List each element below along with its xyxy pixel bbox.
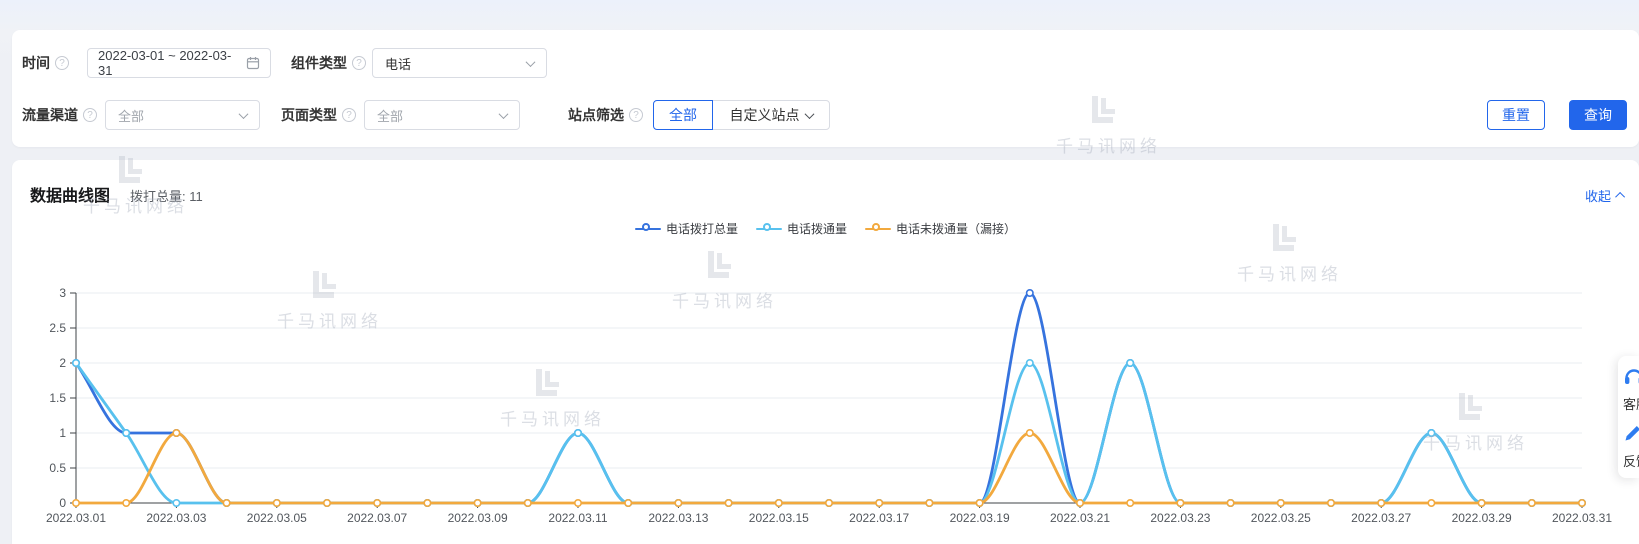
chevron-down-icon bbox=[239, 109, 249, 119]
svg-text:2022.03.29: 2022.03.29 bbox=[1452, 511, 1512, 525]
chevron-down-icon bbox=[526, 57, 536, 67]
svg-text:2022.03.05: 2022.03.05 bbox=[247, 511, 307, 525]
filter-row-2: 流量渠道 全部 页面类型 全部 站点筛选 全部 自定义站点 重置 bbox=[12, 100, 1639, 130]
svg-text:2022.03.11: 2022.03.11 bbox=[548, 511, 607, 525]
chevron-up-icon bbox=[1615, 192, 1625, 202]
data-curve-chart: 0 0.5 1 1.5 2 2.5 3 2022.03.01 2022.03.03 2022.03… bbox=[12, 160, 1639, 544]
svg-text:2022.03.13: 2022.03.13 bbox=[648, 511, 708, 525]
svg-text:2022.03.25: 2022.03.25 bbox=[1251, 511, 1311, 525]
site-custom-label: 自定义站点 bbox=[730, 105, 800, 125]
site-all-button[interactable]: 全部 bbox=[653, 100, 713, 130]
filter-row-1: 时间 2022-03-01 ~ 2022-03-31 组件类型 电话 bbox=[12, 48, 1639, 78]
collapse-toggle[interactable]: 收起 bbox=[1585, 186, 1625, 205]
svg-text:3: 3 bbox=[59, 286, 66, 300]
collapse-label: 收起 bbox=[1585, 186, 1611, 205]
svg-text:1.5: 1.5 bbox=[49, 391, 66, 405]
time-filter-label: 时间 bbox=[22, 53, 50, 73]
svg-text:2022.03.07: 2022.03.07 bbox=[347, 511, 407, 525]
customer-service-button[interactable]: 客服 bbox=[1623, 366, 1639, 413]
svg-text:2022.03.31: 2022.03.31 bbox=[1552, 511, 1612, 525]
traffic-channel-help-icon[interactable] bbox=[83, 108, 97, 122]
page-type-select[interactable]: 全部 bbox=[364, 100, 520, 130]
time-help-icon[interactable] bbox=[55, 56, 69, 70]
calendar-icon bbox=[246, 56, 260, 70]
customer-service-label: 客服 bbox=[1623, 394, 1639, 413]
svg-text:1: 1 bbox=[59, 426, 66, 440]
page-type-label: 页面类型 bbox=[281, 105, 337, 125]
traffic-channel-select[interactable]: 全部 bbox=[105, 100, 260, 130]
svg-text:0: 0 bbox=[59, 496, 66, 510]
svg-text:2.5: 2.5 bbox=[49, 321, 66, 335]
feedback-label: 反馈 bbox=[1623, 451, 1639, 470]
component-type-select[interactable]: 电话 bbox=[372, 48, 547, 78]
pen-icon bbox=[1623, 423, 1639, 443]
query-button[interactable]: 查询 bbox=[1569, 100, 1627, 130]
svg-text:2022.03.19: 2022.03.19 bbox=[950, 511, 1010, 525]
site-filter-label: 站点筛选 bbox=[568, 105, 624, 125]
component-type-help-icon[interactable] bbox=[352, 56, 366, 70]
floating-side-panel: 客服 反馈 bbox=[1618, 356, 1639, 478]
component-type-value: 电话 bbox=[385, 54, 411, 73]
svg-text:2022.03.17: 2022.03.17 bbox=[849, 511, 909, 525]
chevron-down-icon bbox=[499, 109, 509, 119]
headset-icon bbox=[1623, 366, 1639, 386]
component-type-label: 组件类型 bbox=[291, 53, 347, 73]
analytics-page: 千马讯网络千马讯网络千马讯网络千马讯网络千马讯网络千马讯网络千马讯网络 时间 2… bbox=[0, 0, 1639, 544]
date-range-value: 2022-03-01 ~ 2022-03-31 bbox=[98, 48, 238, 78]
svg-text:2022.03.09: 2022.03.09 bbox=[448, 511, 508, 525]
site-filter-help-icon[interactable] bbox=[629, 108, 643, 122]
svg-text:2022.03.15: 2022.03.15 bbox=[749, 511, 809, 525]
feedback-button[interactable]: 反馈 bbox=[1623, 423, 1639, 470]
svg-text:2022.03.21: 2022.03.21 bbox=[1050, 511, 1110, 525]
site-custom-button[interactable]: 自定义站点 bbox=[712, 100, 830, 130]
data-curve-panel: 数据曲线图 拨打总量: 11 收起 电话拨打总量电话拨通量电话未拨通量（漏接） … bbox=[12, 160, 1639, 544]
site-filter-group: 全部 自定义站点 bbox=[653, 100, 830, 130]
page-type-help-icon[interactable] bbox=[342, 108, 356, 122]
page-type-value: 全部 bbox=[377, 106, 403, 125]
date-range-input[interactable]: 2022-03-01 ~ 2022-03-31 bbox=[87, 48, 271, 78]
traffic-channel-value: 全部 bbox=[118, 106, 144, 125]
traffic-channel-label: 流量渠道 bbox=[22, 105, 78, 125]
svg-text:2022.03.01: 2022.03.01 bbox=[46, 511, 106, 525]
svg-text:2: 2 bbox=[59, 356, 66, 370]
filter-panel: 时间 2022-03-01 ~ 2022-03-31 组件类型 电话 流量渠道 bbox=[12, 30, 1639, 147]
svg-text:2022.03.23: 2022.03.23 bbox=[1150, 511, 1210, 525]
svg-text:0.5: 0.5 bbox=[49, 461, 66, 475]
svg-text:2022.03.27: 2022.03.27 bbox=[1351, 511, 1411, 525]
reset-button[interactable]: 重置 bbox=[1487, 100, 1545, 130]
svg-text:2022.03.03: 2022.03.03 bbox=[146, 511, 206, 525]
chevron-down-icon bbox=[804, 109, 814, 119]
